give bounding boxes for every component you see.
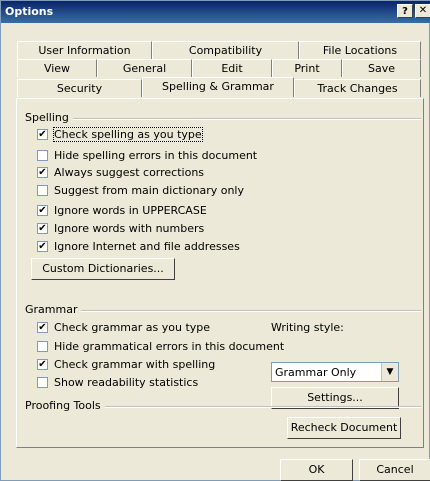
checkbox[interactable]: ✔ (37, 222, 48, 234)
close-button[interactable]: ✕ (415, 4, 430, 18)
tab-track-changes[interactable]: Track Changes (294, 79, 421, 97)
checkbox[interactable]: ✔ (37, 166, 48, 178)
help-button[interactable]: ? (397, 4, 413, 18)
tab-view[interactable]: View (17, 59, 97, 77)
cancel-button[interactable]: Cancel (359, 459, 430, 481)
show-readability-statistics[interactable]: Show readability statistics (37, 374, 198, 390)
ignore-uppercase[interactable]: ✔ Ignore words in UPPERCASE (37, 202, 207, 218)
grammar-group-label: Grammar (25, 303, 82, 316)
checkbox[interactable] (37, 184, 48, 196)
chevron-down-icon[interactable]: ▼ (381, 363, 398, 381)
options-dialog: Options ? ✕ User Information Compatibili… (0, 0, 430, 481)
checkbox[interactable] (37, 340, 48, 352)
checkbox[interactable]: ✔ (37, 240, 48, 252)
hide-grammatical-errors[interactable]: Hide grammatical errors in this document (37, 338, 284, 354)
ok-button[interactable]: OK (280, 459, 353, 481)
dialog-title: Options (5, 5, 54, 18)
tab-spelling-grammar[interactable]: Spelling & Grammar (142, 77, 294, 97)
checkbox[interactable] (37, 376, 48, 388)
tab-save[interactable]: Save (342, 59, 421, 77)
tab-compatibility[interactable]: Compatibility (152, 41, 299, 59)
hide-spelling-errors[interactable]: Hide spelling errors in this document (37, 147, 257, 163)
check-spelling-as-you-type[interactable]: ✔ Check spelling as you type (37, 126, 203, 142)
custom-dictionaries-button[interactable]: Custom Dictionaries... (31, 258, 175, 280)
spelling-separator (27, 118, 421, 120)
writing-style-label: Writing style: (271, 321, 344, 334)
suggest-from-main-dictionary[interactable]: Suggest from main dictionary only (37, 182, 244, 198)
tab-security[interactable]: Security (17, 79, 142, 97)
tab-general[interactable]: General (97, 59, 192, 77)
check-grammar-with-spelling[interactable]: ✔ Check grammar with spelling (37, 356, 215, 372)
title-bar: Options ? ✕ (1, 1, 430, 23)
always-suggest-corrections[interactable]: ✔ Always suggest corrections (37, 164, 204, 180)
checkbox[interactable] (37, 149, 48, 161)
grammar-separator (27, 310, 421, 312)
ignore-internet-file-addresses[interactable]: ✔ Ignore Internet and file addresses (37, 238, 240, 254)
tab-file-locations[interactable]: File Locations (299, 41, 421, 59)
tab-user-information[interactable]: User Information (17, 41, 152, 59)
checkbox[interactable]: ✔ (37, 358, 48, 370)
spelling-group-label: Spelling (25, 111, 73, 124)
recheck-document-button[interactable]: Recheck Document (287, 417, 401, 439)
tab-print[interactable]: Print (272, 59, 342, 77)
checkbox[interactable]: ✔ (37, 321, 48, 333)
checkbox[interactable]: ✔ (37, 128, 48, 140)
ignore-words-with-numbers[interactable]: ✔ Ignore words with numbers (37, 220, 204, 236)
tab-edit[interactable]: Edit (192, 59, 272, 77)
writing-style-select[interactable]: Grammar Only ▼ (271, 362, 399, 382)
proofing-group-label: Proofing Tools (25, 399, 105, 412)
checkbox[interactable]: ✔ (37, 204, 48, 216)
check-grammar-as-you-type[interactable]: ✔ Check grammar as you type (37, 319, 210, 335)
writing-style-value: Grammar Only (275, 366, 357, 379)
